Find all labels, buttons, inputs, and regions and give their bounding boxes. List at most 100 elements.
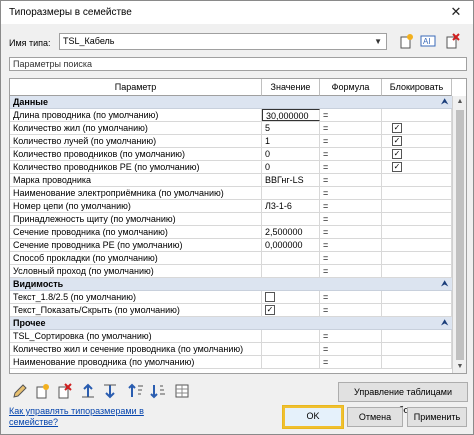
col-header-parameter[interactable]: Параметр bbox=[10, 79, 262, 96]
ok-button[interactable]: OK bbox=[283, 406, 343, 428]
param-formula[interactable]: = bbox=[320, 239, 382, 251]
table-row[interactable]: TSL_Сортировка (по умолчанию) = bbox=[10, 330, 452, 343]
table-row[interactable]: Текст_Показать/Скрыть (по умолчанию) ✓ = bbox=[10, 304, 452, 317]
close-button[interactable]: ✕ bbox=[445, 3, 467, 21]
col-header-formula[interactable]: Формула bbox=[320, 79, 382, 96]
new-param-button[interactable] bbox=[33, 382, 51, 400]
param-checkbox[interactable] bbox=[265, 292, 275, 302]
rename-type-button[interactable]: AI bbox=[419, 32, 437, 50]
lock-checkbox[interactable]: ✓ bbox=[392, 162, 402, 172]
new-type-button[interactable] bbox=[397, 32, 415, 50]
sort-descending-button[interactable] bbox=[149, 382, 167, 400]
scroll-up-icon[interactable]: ▲ bbox=[453, 96, 466, 108]
param-formula[interactable]: = bbox=[320, 343, 382, 355]
collapse-icon[interactable]: ⮝ bbox=[441, 317, 448, 329]
param-value[interactable] bbox=[262, 356, 320, 368]
param-lock-cell[interactable] bbox=[382, 200, 452, 212]
table-row[interactable]: Количество лучей (по умолчанию) 1 = ✓ bbox=[10, 135, 452, 148]
param-lock-cell[interactable] bbox=[382, 226, 452, 238]
param-formula[interactable]: = bbox=[320, 200, 382, 212]
collapse-icon[interactable]: ⮝ bbox=[441, 96, 448, 108]
param-value[interactable]: 0,000000 bbox=[262, 239, 320, 251]
param-lock-cell[interactable] bbox=[382, 187, 452, 199]
param-lock-cell[interactable] bbox=[382, 343, 452, 355]
param-formula[interactable]: = bbox=[320, 265, 382, 277]
table-row[interactable]: Количество проводников PE (по умолчанию)… bbox=[10, 161, 452, 174]
param-formula[interactable]: = bbox=[320, 252, 382, 264]
delete-type-button[interactable] bbox=[443, 32, 461, 50]
scroll-down-icon[interactable]: ▼ bbox=[453, 361, 466, 373]
param-lock-cell[interactable] bbox=[382, 174, 452, 186]
col-header-value[interactable]: Значение bbox=[262, 79, 320, 96]
sort-ascending-button[interactable] bbox=[127, 382, 145, 400]
param-lock-cell[interactable]: ✓ bbox=[382, 135, 452, 147]
lock-checkbox[interactable]: ✓ bbox=[392, 123, 402, 133]
search-parameters-input[interactable]: Параметры поиска bbox=[9, 57, 467, 71]
table-row[interactable]: Текст_1.8/2.5 (по умолчанию) = bbox=[10, 291, 452, 304]
lookup-tables-button[interactable] bbox=[173, 382, 191, 400]
section-header[interactable]: Прочее ⮝ bbox=[10, 317, 452, 330]
table-row[interactable]: Сечение проводника (по умолчанию) 2,50000… bbox=[10, 226, 452, 239]
param-checkbox[interactable]: ✓ bbox=[265, 305, 275, 315]
param-formula[interactable]: = bbox=[320, 174, 382, 186]
param-value[interactable]: 1 bbox=[262, 135, 320, 147]
table-row[interactable]: Количество жил (по умолчанию) 5 = ✓ bbox=[10, 122, 452, 135]
param-checkbox-cell[interactable]: ✓ bbox=[262, 304, 320, 316]
section-header[interactable]: Данные ⮝ bbox=[10, 96, 452, 109]
param-value[interactable] bbox=[262, 330, 320, 342]
param-value[interactable]: 5 bbox=[262, 122, 320, 134]
param-checkbox-cell[interactable] bbox=[262, 291, 320, 303]
cancel-button[interactable]: Отмена bbox=[347, 407, 403, 427]
param-value[interactable]: 0 bbox=[262, 161, 320, 173]
param-value[interactable] bbox=[262, 252, 320, 264]
param-lock-cell[interactable] bbox=[382, 304, 452, 316]
help-link[interactable]: Как управлять типоразмерами в семействе? bbox=[9, 406, 159, 428]
param-lock-cell[interactable] bbox=[382, 291, 452, 303]
table-row[interactable]: Принадлежность щиту (по умолчанию) = bbox=[10, 213, 452, 226]
param-lock-cell[interactable]: ✓ bbox=[382, 122, 452, 134]
move-up-button[interactable] bbox=[79, 382, 97, 400]
param-lock-cell[interactable] bbox=[382, 265, 452, 277]
collapse-icon[interactable]: ⮝ bbox=[441, 278, 448, 290]
section-header[interactable]: Видимость ⮝ bbox=[10, 278, 452, 291]
param-lock-cell[interactable] bbox=[382, 239, 452, 251]
param-formula[interactable]: = bbox=[320, 291, 382, 303]
param-lock-cell[interactable]: ✓ bbox=[382, 148, 452, 160]
param-value[interactable]: 2,500000 bbox=[262, 226, 320, 238]
edit-param-button[interactable] bbox=[11, 382, 29, 400]
manage-lookup-tables-button[interactable]: Управление таблицами выбора bbox=[338, 382, 468, 415]
param-formula[interactable]: = bbox=[320, 330, 382, 342]
param-value[interactable]: 0 bbox=[262, 148, 320, 160]
param-lock-cell[interactable]: ✓ bbox=[382, 161, 452, 173]
param-formula[interactable]: = bbox=[320, 226, 382, 238]
param-lock-cell[interactable] bbox=[382, 356, 452, 368]
table-row[interactable]: Количество проводников (по умолчанию) 0 = ✓ bbox=[10, 148, 452, 161]
param-formula[interactable]: = bbox=[320, 148, 382, 160]
table-row[interactable]: Марка проводника ВВГнг-LS = bbox=[10, 174, 452, 187]
param-value[interactable]: Л3-1-6 bbox=[262, 200, 320, 212]
col-header-lock[interactable]: Блокировать bbox=[382, 79, 452, 96]
table-row[interactable]: Способ прокладки (по умолчанию) = bbox=[10, 252, 452, 265]
apply-button[interactable]: Применить bbox=[407, 407, 467, 427]
type-name-select[interactable]: TSL_Кабель ▼ bbox=[59, 33, 387, 50]
param-lock-cell[interactable] bbox=[382, 330, 452, 342]
param-formula[interactable]: = bbox=[320, 161, 382, 173]
table-row[interactable]: Номер цепи (по умолчанию) Л3-1-6 = bbox=[10, 200, 452, 213]
param-lock-cell[interactable] bbox=[382, 252, 452, 264]
param-formula[interactable]: = bbox=[320, 122, 382, 134]
table-row[interactable]: Длина проводника (по умолчанию) 30,000000… bbox=[10, 109, 452, 122]
param-value[interactable] bbox=[262, 343, 320, 355]
param-formula[interactable]: = bbox=[320, 304, 382, 316]
param-formula[interactable]: = bbox=[320, 187, 382, 199]
table-row[interactable]: Наименование проводника (по умолчанию) = bbox=[10, 356, 452, 369]
param-formula[interactable]: = bbox=[320, 356, 382, 368]
param-value[interactable] bbox=[262, 187, 320, 199]
param-formula[interactable]: = bbox=[320, 109, 382, 121]
lock-checkbox[interactable]: ✓ bbox=[392, 149, 402, 159]
vertical-scrollbar[interactable]: ▲ ▼ bbox=[452, 96, 466, 373]
table-row[interactable]: Сечение проводника PE (по умолчанию) 0,00… bbox=[10, 239, 452, 252]
param-value[interactable]: ВВГнг-LS bbox=[262, 174, 320, 186]
table-row[interactable]: Условный проход (по умолчанию) = bbox=[10, 265, 452, 278]
move-down-button[interactable] bbox=[101, 382, 119, 400]
lock-checkbox[interactable]: ✓ bbox=[392, 136, 402, 146]
